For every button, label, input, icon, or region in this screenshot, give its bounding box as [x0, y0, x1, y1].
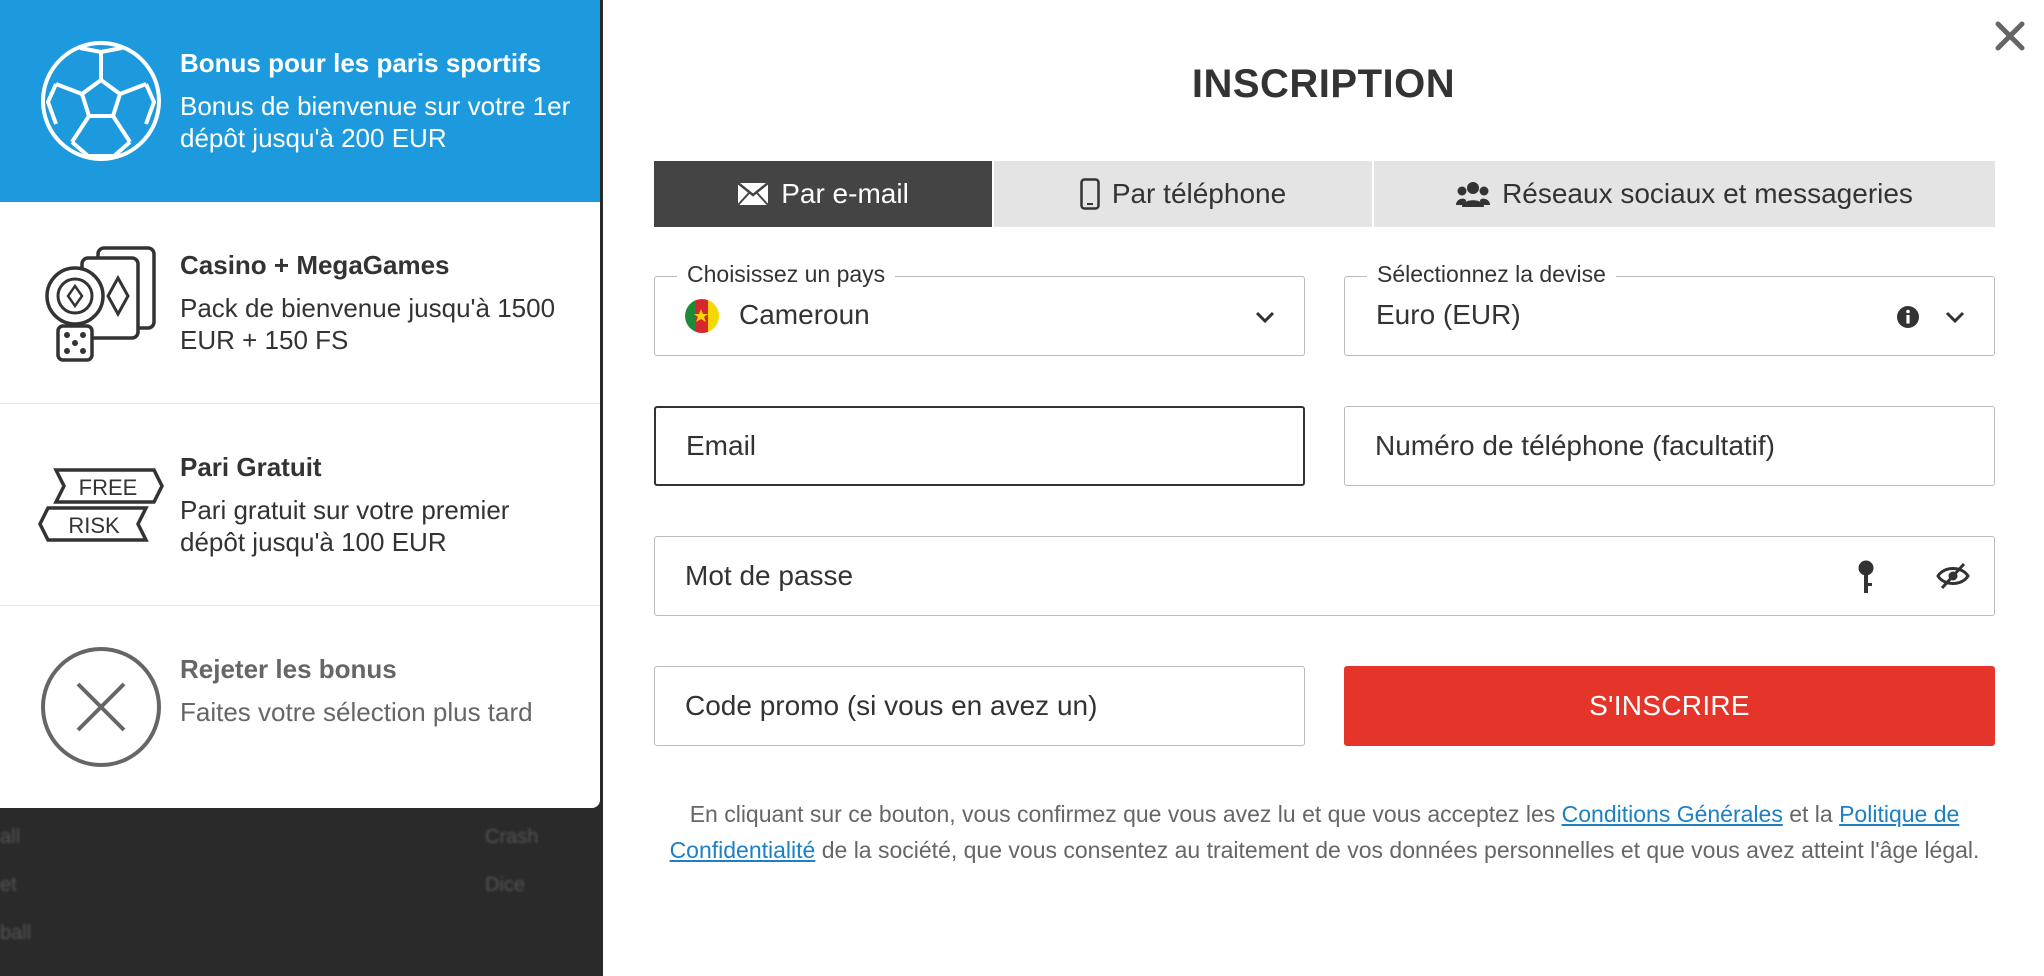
bonus-option-free-bet[interactable]: FREE RISK Pari Gratuit Pari gratuit sur … — [0, 404, 600, 606]
bonus-option-reject[interactable]: Rejeter les bonus Faites votre sélection… — [0, 606, 600, 808]
tab-label: Réseaux sociaux et messageries — [1502, 178, 1913, 209]
password-input[interactable] — [655, 537, 1994, 615]
terms-text: En cliquant sur ce bouton, vous confirme… — [654, 796, 1995, 868]
password-field[interactable] — [654, 536, 1995, 616]
risk-label: RISK — [68, 513, 120, 538]
background-text: all — [0, 826, 21, 848]
background-text: ball — [0, 922, 32, 944]
soccer-ball-icon — [41, 41, 161, 161]
currency-select[interactable]: Sélectionnez la devise Euro (EUR) — [1344, 261, 1995, 356]
bonus-description: Bonus de bienvenue sur votre 1er dépôt j… — [180, 91, 571, 153]
tab-label: Par e-mail — [781, 178, 909, 209]
bonus-title: Rejeter les bonus — [180, 654, 397, 684]
email-field[interactable] — [654, 406, 1305, 486]
registration-modal: INSCRIPTION Par e-mail Par téléphone Rés… — [603, 0, 2044, 976]
bonus-option-sports[interactable]: Bonus pour les paris sportifs Bonus de b… — [0, 0, 600, 202]
eye-slash-icon[interactable] — [1936, 561, 1970, 591]
country-value: Cameroun — [739, 299, 870, 330]
modal-title: INSCRIPTION — [1191, 62, 1456, 106]
envelope-icon — [737, 182, 769, 206]
terms-after: de la société, que vous consentez au tra… — [815, 837, 1980, 863]
free-label: FREE — [79, 475, 138, 500]
background-text: et — [0, 874, 17, 896]
phone-field[interactable] — [1344, 406, 1995, 486]
info-icon[interactable] — [1896, 305, 1920, 329]
bonus-description: Faites votre sélection plus tard — [180, 697, 533, 727]
promo-code-input[interactable] — [655, 667, 1304, 745]
currency-value: Euro (EUR) — [1376, 299, 1521, 330]
background-text: Crash — [485, 826, 539, 848]
bonus-option-casino[interactable]: Casino + MegaGames Pack de bienvenue jus… — [0, 202, 600, 404]
chevron-down-icon — [1255, 311, 1275, 324]
phone-input[interactable] — [1345, 407, 1994, 485]
bonus-title: Bonus pour les paris sportifs — [180, 48, 542, 78]
chevron-down-icon — [1945, 311, 1965, 324]
promo-code-field[interactable] — [654, 666, 1305, 746]
terms-conditions-link[interactable]: Conditions Générales — [1562, 801, 1783, 827]
bonus-title: Pari Gratuit — [180, 452, 322, 482]
users-icon — [1456, 182, 1491, 207]
bonus-description: Pack de bienvenue jusqu'à 1500 EUR + 150… — [180, 293, 556, 355]
currency-label: Sélectionnez la devise — [1367, 261, 1616, 288]
background-text: Dice — [485, 874, 526, 896]
tab-label: Par téléphone — [1111, 178, 1287, 209]
casino-cards-icon — [45, 246, 156, 362]
tab-email[interactable]: Par e-mail — [654, 161, 994, 227]
close-icon[interactable] — [1990, 16, 2030, 56]
tab-social[interactable]: Réseaux sociaux et messageries — [1374, 161, 1995, 227]
key-icon[interactable] — [1856, 559, 1876, 595]
registration-tabs: Par e-mail Par téléphone Réseaux sociaux… — [654, 161, 1995, 227]
email-input[interactable] — [656, 408, 1303, 484]
register-button[interactable]: S'INSCRIRE — [1344, 666, 1995, 746]
terms-before: En cliquant sur ce bouton, vous confirme… — [689, 801, 1562, 827]
country-label: Choisissez un pays — [677, 261, 896, 288]
bonus-description: Pari gratuit sur votre premier dépôt jus… — [180, 495, 510, 557]
country-select[interactable]: Choisissez un pays Cameroun — [654, 261, 1305, 356]
reject-x-icon — [41, 647, 161, 767]
tab-phone[interactable]: Par téléphone — [994, 161, 1374, 227]
phone-icon — [1080, 178, 1100, 210]
bonus-panel: Bonus pour les paris sportifs Bonus de b… — [0, 0, 600, 808]
free-risk-icon: FREE RISK — [38, 468, 164, 542]
bonus-title: Casino + MegaGames — [180, 250, 450, 280]
terms-middle: et la — [1782, 801, 1840, 827]
cameroon-flag-icon — [685, 299, 719, 333]
